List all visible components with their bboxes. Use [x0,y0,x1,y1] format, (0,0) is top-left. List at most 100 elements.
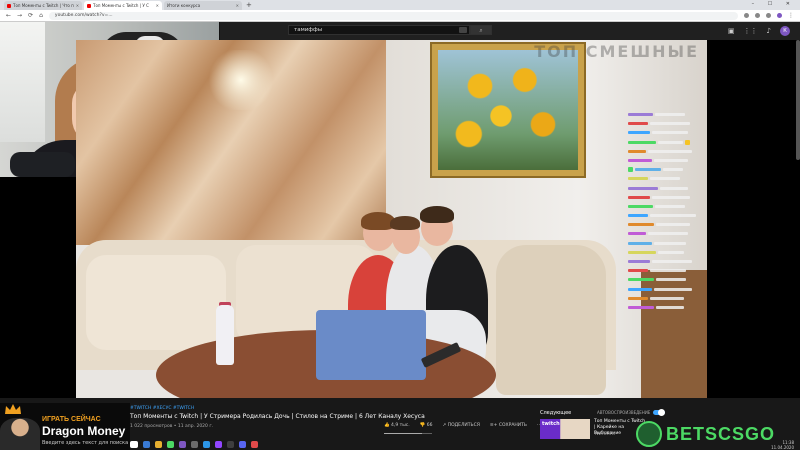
next-video-thumbnail[interactable]: twitch [540,419,590,439]
chat-text [648,232,688,236]
chat-text [656,223,690,227]
close-icon[interactable]: ✕ [76,3,79,8]
chat-message [628,268,708,273]
extension-icon[interactable] [755,13,760,18]
save-button[interactable]: ≡+ СОХРАНИТЬ [490,423,527,428]
chat-username [628,296,648,300]
system-clock: 11:38 11.04.2020 [771,440,794,450]
apps-icon[interactable]: ⋮⋮ [744,27,758,35]
microphone [10,152,75,177]
chat-message [628,287,708,292]
chat-text [652,260,692,263]
chat-username [628,131,650,135]
video-player[interactable]: ТОП СМЕШНЫЕ [76,40,707,398]
clock-date: 11.04.2020 [771,445,794,450]
chat-username [635,168,661,172]
forward-icon[interactable]: → [17,12,22,19]
browser-tab-active[interactable]: Топ Моменты с Twitch | У С ✕ [84,1,162,10]
chat-text [650,214,696,218]
chat-text [654,241,686,245]
obs-icon[interactable] [227,440,234,448]
back-icon[interactable]: ← [6,12,11,19]
chat-username [628,214,648,218]
chrome-icon[interactable] [167,440,174,448]
extension-icon[interactable] [766,13,771,18]
dislike-button[interactable]: 👎 66 [420,423,433,428]
new-tab-button[interactable]: + [246,1,252,10]
chat-text [655,113,685,116]
app-icon[interactable] [203,440,210,448]
notifications-icon[interactable]: ♪ [767,27,771,35]
close-icon[interactable]: ✕ [156,3,159,8]
address-bar: ← → ⟳ ⌂ youtube.com/watch?v=... ⋮ [0,10,800,22]
chat-username [628,223,654,227]
search-input[interactable]: тамиффы [288,25,470,35]
chat-message [628,222,708,227]
extension-icon[interactable] [744,13,749,18]
twitch-icon[interactable] [215,440,222,448]
discord-icon[interactable] [239,440,246,448]
chat-username [628,113,653,116]
lamp-light [206,50,276,110]
chat-text [658,140,683,144]
create-video-icon[interactable]: ▣ [728,27,735,35]
chat-message [628,259,708,264]
chat-message [628,176,708,181]
window-controls[interactable]: – ☐ ✕ [752,1,796,7]
app-icon[interactable] [251,440,258,448]
promo-figure [0,418,40,450]
chat-message [628,204,708,209]
chat-text [663,168,683,172]
screen: Топ Моменты с Twitch | Что п ✕ Топ Момент… [0,0,800,450]
chat-text [650,296,684,300]
person-hair [420,206,454,223]
url-field[interactable]: youtube.com/watch?v=... [48,11,738,20]
video-hashtags[interactable]: #TWITCH #ХЕСУС #TWITCH [130,406,194,411]
chat-message [628,186,708,191]
autoplay-toggle[interactable] [653,409,666,416]
chat-message [628,213,708,218]
browser-tab[interactable]: Итоги конкурса ✕ [164,1,242,10]
chat-username [628,140,656,144]
autoplay-label: АВТОВОСПРОИЗВЕДЕНИЕ [597,410,651,415]
promo-cta: ИГРАТЬ СЕЙЧАС [42,416,101,423]
profile-icon[interactable] [777,13,782,18]
app-icon[interactable] [179,440,186,448]
search-button[interactable]: ⌕ [470,25,492,35]
chat-message [628,158,708,163]
chat-message [628,130,708,135]
thumbnail-text: twitch [542,421,560,427]
like-button[interactable]: 👍 4,9 тыс. [384,423,410,428]
windows-start-icon[interactable] [130,440,138,448]
close-icon[interactable]: ✕ [236,3,239,8]
keyboard-icon[interactable] [459,27,467,33]
thumbs-up-icon: 👍 [384,423,390,428]
playlist-add-icon: ≡+ [489,423,498,428]
menu-icon[interactable]: ⋮ [788,12,794,19]
reload-icon[interactable]: ⟳ [28,12,33,19]
header-icons: ▣ ⋮⋮ ♪ К [728,26,790,36]
avatar[interactable]: К [780,26,790,36]
app-icon[interactable] [143,440,150,448]
tab-label: Топ Моменты с Twitch | У С [93,3,149,8]
like-ratio-bar [384,433,432,434]
chat-message [628,149,708,154]
scrollbar[interactable] [796,40,800,160]
chat-text [655,204,685,208]
app-icon[interactable] [191,440,198,448]
up-next-label: Следующее [540,410,572,416]
share-button[interactable]: ↗ ПОДЕЛИТЬСЯ [443,423,480,428]
browser-tab[interactable]: Топ Моменты с Twitch | Что п ✕ [4,1,82,10]
chat-message [628,231,708,236]
chat-text [650,177,680,181]
video-meta: 1 022 просмотров • 11 апр. 2020 г. [130,424,214,429]
autoplay-control[interactable]: АВТОВОСПРОИЗВЕДЕНИЕ [597,409,666,416]
chat-message [628,250,708,255]
table-items [316,310,426,380]
webcam-window [0,22,45,142]
chat-message [628,139,708,145]
thumbs-down-icon: 👎 [419,423,426,428]
chat-username [628,186,658,190]
folder-icon[interactable] [155,440,162,448]
home-icon[interactable]: ⌂ [39,12,43,19]
